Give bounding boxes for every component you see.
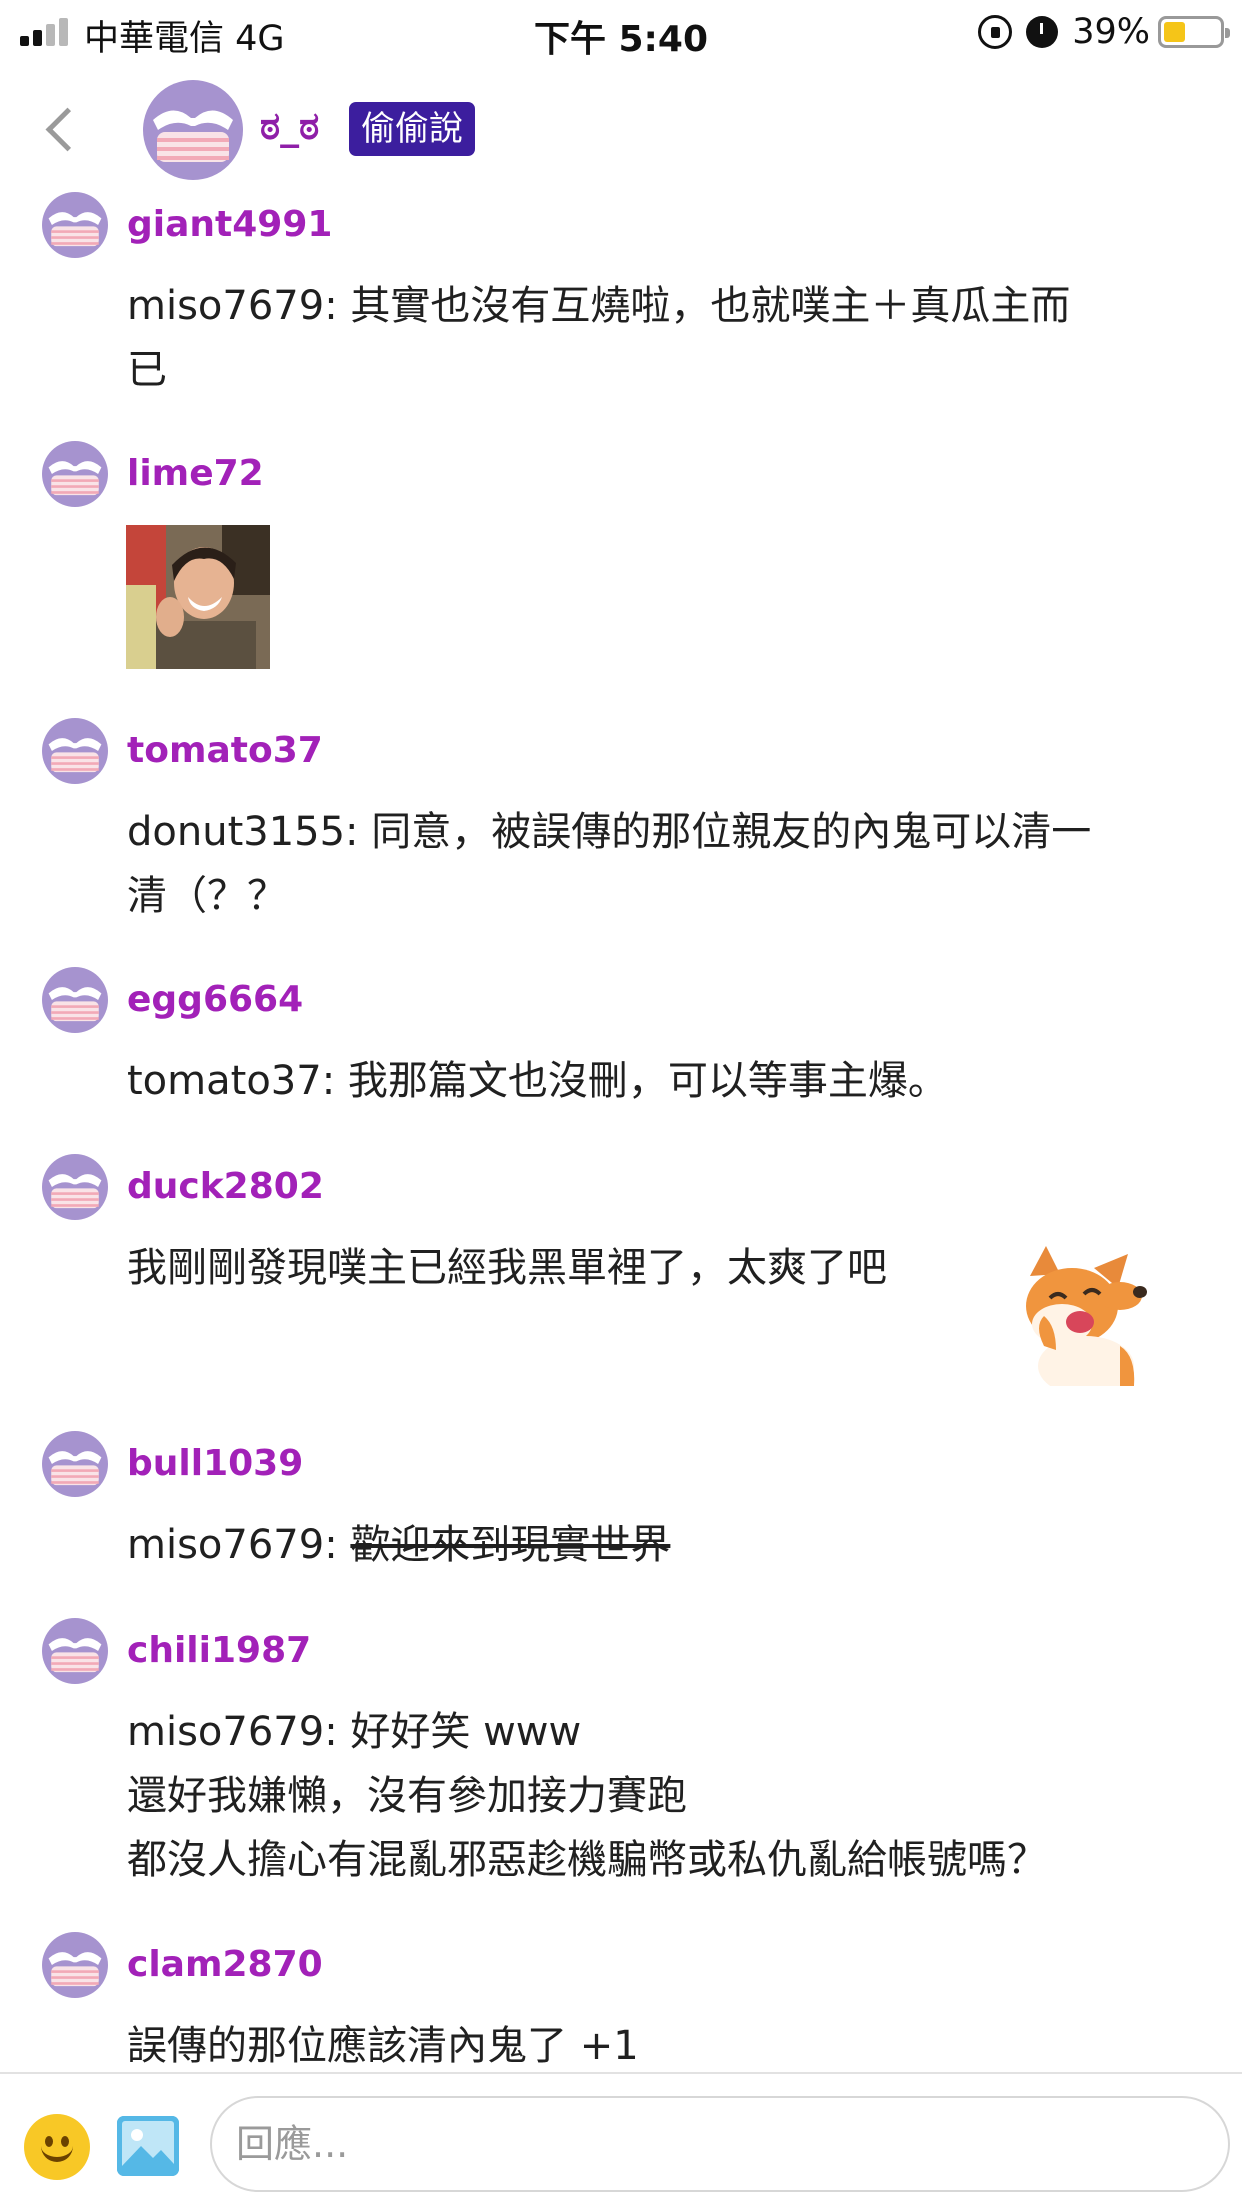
username[interactable]: clam2870 (127, 1944, 323, 1985)
message-text: 我剛剛發現噗主已經我黑單裡了，太爽了吧 (127, 1245, 887, 1291)
smiley-icon[interactable] (24, 2114, 90, 2180)
username[interactable]: duck2802 (127, 1166, 324, 1207)
username[interactable]: chili1987 (127, 1630, 311, 1671)
avatar[interactable] (42, 1431, 108, 1497)
header-name[interactable]: ಠ_ಠ (260, 104, 319, 149)
avatar[interactable] (42, 1154, 108, 1220)
chevron-left-icon[interactable] (38, 102, 88, 162)
masked-avatar-icon (42, 192, 108, 258)
masked-avatar-icon (42, 1154, 108, 1220)
username[interactable]: giant4991 (127, 204, 332, 245)
rotation-lock-icon (978, 15, 1013, 49)
masked-avatar-icon (42, 1618, 108, 1684)
username[interactable]: egg6664 (127, 979, 303, 1020)
battery-icon (1158, 16, 1230, 48)
alarm-icon (1026, 16, 1059, 48)
header: ಠ_ಠ 偷偷說 (0, 64, 1242, 189)
strikethrough-text: 歡迎來到現實世界 (350, 1522, 671, 1568)
status-bar: 中華電信 4G 下午 5:40 39% (0, 0, 1242, 64)
message-text: 誤傳的那位應該清內鬼了 +1 (127, 2023, 639, 2069)
reply-input[interactable] (210, 2096, 1230, 2192)
avatar[interactable] (42, 192, 108, 258)
avatar[interactable] (42, 1618, 108, 1684)
anonymous-badge: 偷偷說 (349, 102, 475, 156)
avatar[interactable] (42, 967, 108, 1033)
masked-avatar-icon (42, 718, 108, 784)
reply-bar (0, 2072, 1242, 2208)
laughing-fox-sticker[interactable] (1010, 1246, 1150, 1396)
message-text: miso7679: 歡迎來到現實世界 (127, 1522, 671, 1568)
image-icon[interactable] (117, 2116, 179, 2176)
battery-percent: 39% (1072, 12, 1150, 52)
laughing-man-photo[interactable] (126, 525, 270, 669)
username[interactable]: tomato37 (127, 730, 323, 771)
masked-avatar-icon (42, 967, 108, 1033)
username[interactable]: bull1039 (127, 1443, 303, 1484)
masked-avatar-icon (42, 441, 108, 507)
masked-avatar-icon (42, 1932, 108, 1998)
message-text: miso7679: 其實也沒有互燒啦，也就噗主＋真瓜主而 已 (127, 283, 1071, 393)
username[interactable]: lime72 (127, 453, 264, 494)
masked-avatar-icon (143, 80, 243, 180)
message-text: tomato37: 我那篇文也沒刪，可以等事主爆。 (127, 1058, 948, 1104)
avatar[interactable] (42, 1932, 108, 1998)
avatar[interactable] (42, 718, 108, 784)
avatar[interactable] (42, 441, 108, 507)
header-avatar[interactable] (143, 80, 243, 180)
message-text: donut3155: 同意，被誤傳的那位親友的內鬼可以清一 清（？？ (127, 809, 1092, 919)
masked-avatar-icon (42, 1431, 108, 1497)
message-text: miso7679: 好好笑 www 還好我嫌懶，沒有參加接力賽跑 都沒人擔心有混… (127, 1709, 1047, 1883)
